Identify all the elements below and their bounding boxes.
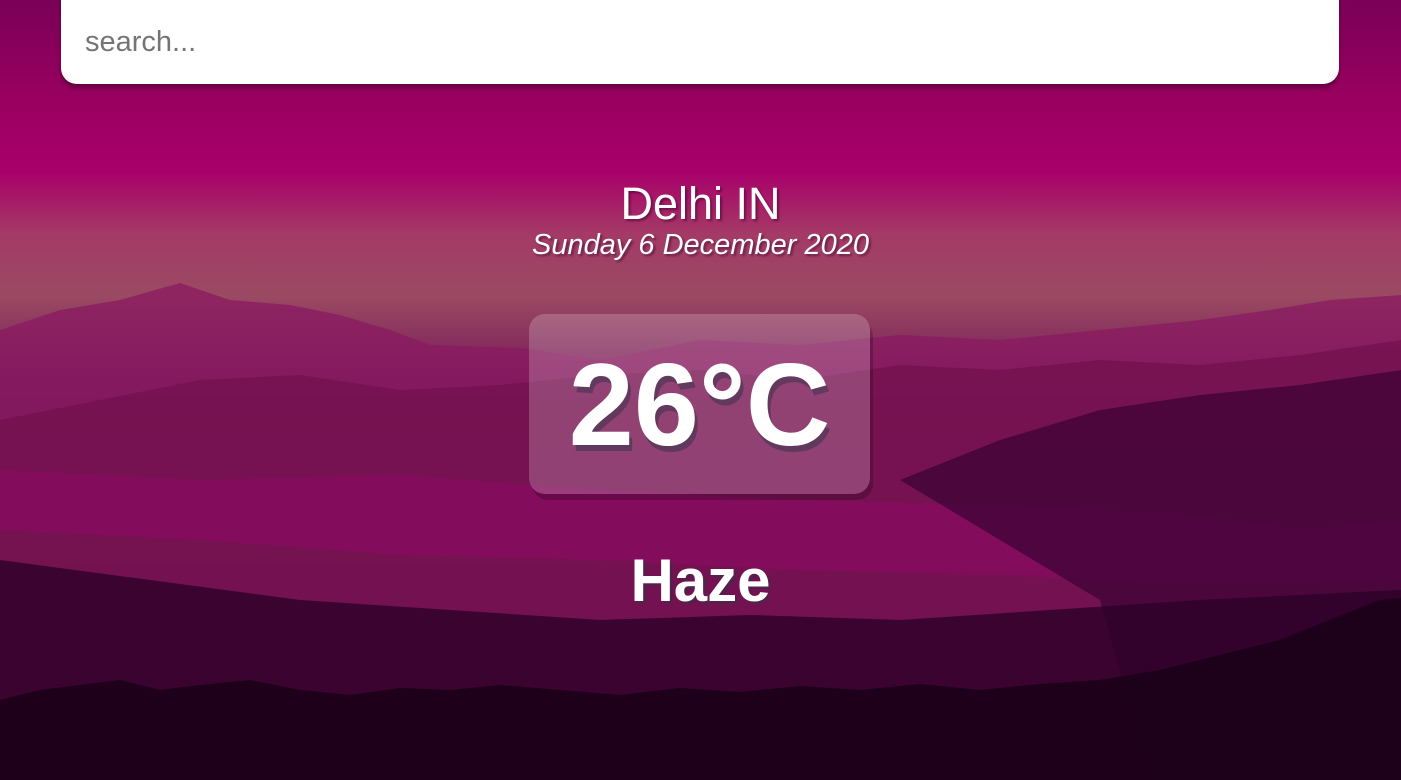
location-name: Delhi IN [620, 178, 781, 229]
search-box [61, 0, 1339, 84]
search-input[interactable] [61, 0, 1339, 84]
temperature-box: 26°C [529, 314, 870, 494]
current-date: Sunday 6 December 2020 [532, 229, 869, 261]
weather-condition: Haze [630, 547, 771, 614]
temperature-value: 26°C [568, 339, 831, 470]
